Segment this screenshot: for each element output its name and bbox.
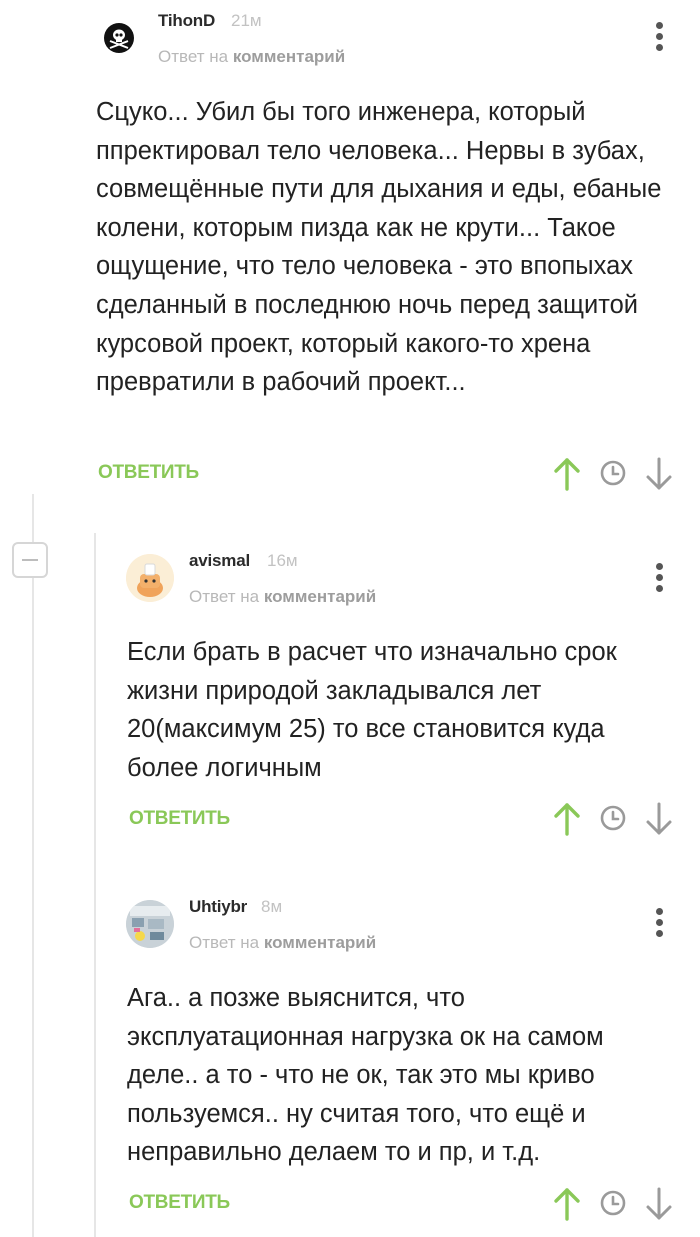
downvote-icon[interactable] xyxy=(644,801,674,837)
upvote-icon[interactable] xyxy=(552,1186,582,1222)
reply-to-target[interactable]: комментарий xyxy=(264,587,376,606)
reply-to[interactable]: Ответ на комментарий xyxy=(189,587,376,607)
avatar[interactable] xyxy=(126,900,174,948)
reply-to-target[interactable]: комментарий xyxy=(264,933,376,952)
comment-time: 21м xyxy=(231,11,262,30)
username[interactable]: avismal xyxy=(189,551,250,571)
reply-to[interactable]: Ответ на комментарий xyxy=(189,933,376,953)
downvote-icon[interactable] xyxy=(644,456,674,492)
username[interactable]: Uhtiybr xyxy=(189,897,247,917)
thread-line-outer xyxy=(32,578,34,1237)
reply-button[interactable]: ответить xyxy=(129,1192,230,1214)
reply-to-target[interactable]: комментарий xyxy=(233,47,345,66)
upvote-icon[interactable] xyxy=(552,801,582,837)
username[interactable]: TihonD xyxy=(158,11,215,31)
clock-icon[interactable] xyxy=(599,459,627,487)
comment-time: 16м xyxy=(267,551,298,570)
reply-to[interactable]: Ответ на комментарий xyxy=(158,47,345,67)
collapse-thread-button[interactable] xyxy=(12,542,48,578)
cartoon-avatar-icon xyxy=(126,554,174,602)
reply-button[interactable]: ответить xyxy=(98,462,199,484)
downvote-icon[interactable] xyxy=(644,1186,674,1222)
reply-to-prefix: Ответ на xyxy=(189,587,260,606)
clock-icon[interactable] xyxy=(599,1189,627,1217)
upvote-icon[interactable] xyxy=(552,456,582,492)
more-menu-icon[interactable] xyxy=(655,22,663,52)
photo-avatar-icon xyxy=(126,900,174,948)
clock-icon[interactable] xyxy=(599,804,627,832)
avatar[interactable] xyxy=(95,14,143,62)
comment-text: Сцуко... Убил бы того инженера, который … xyxy=(96,98,662,397)
thread-line-outer xyxy=(32,494,34,542)
comment-time: 8м xyxy=(261,897,283,916)
skull-icon xyxy=(104,23,134,53)
more-menu-icon[interactable] xyxy=(655,563,663,593)
reply-to-prefix: Ответ на xyxy=(158,47,229,66)
comment-text: Ага.. а позже выяснится, что эксплуатаци… xyxy=(127,984,604,1167)
reply-to-prefix: Ответ на xyxy=(189,933,260,952)
avatar[interactable] xyxy=(126,554,174,602)
thread-line-inner xyxy=(94,533,96,1237)
reply-button[interactable]: ответить xyxy=(129,808,230,830)
comment-text: Если брать в расчет что изначально срок … xyxy=(127,638,617,782)
more-menu-icon[interactable] xyxy=(655,908,663,938)
